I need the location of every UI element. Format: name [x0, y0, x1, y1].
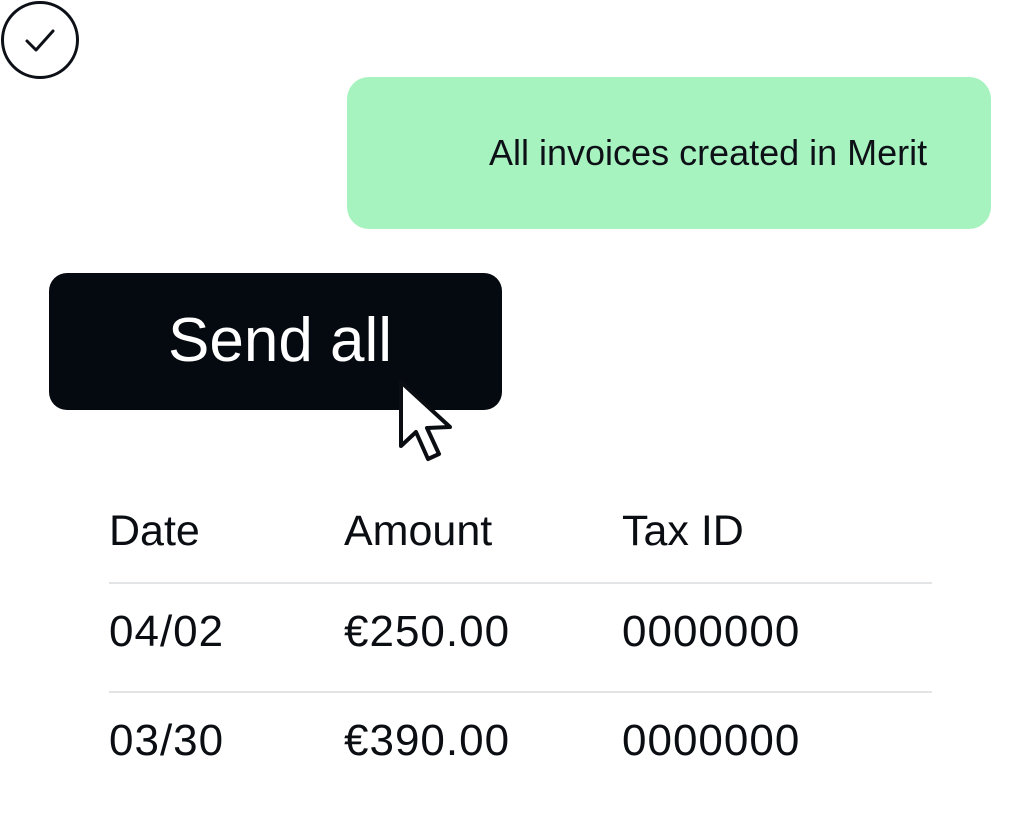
toast-message: All invoices created in Merit — [489, 132, 928, 173]
column-header-tax-id: Tax ID — [622, 507, 744, 555]
table-header-row: Date Amount Tax ID — [109, 495, 932, 584]
cell-tax-id: 0000000 — [622, 607, 801, 656]
table-row: 04/02 €250.00 0000000 — [109, 584, 932, 693]
cell-tax-id: 0000000 — [622, 716, 801, 765]
cell-date: 03/30 — [109, 716, 225, 765]
table-row: 03/30 €390.00 0000000 — [109, 693, 932, 802]
column-header-amount: Amount — [344, 507, 493, 555]
cell-amount: €250.00 — [344, 607, 511, 656]
cell-amount: €390.00 — [344, 716, 511, 765]
check-circle-icon — [1, 1, 79, 79]
invoice-table: Date Amount Tax ID 04/02 €250.00 0000000… — [109, 495, 932, 802]
pointer-cursor-icon — [399, 380, 452, 461]
invoice-send-panel: All invoices created in Merit Send all D… — [0, 0, 1024, 833]
column-header-date: Date — [109, 507, 200, 555]
cell-date: 04/02 — [109, 607, 225, 656]
send-all-label: Send all — [168, 306, 393, 375]
